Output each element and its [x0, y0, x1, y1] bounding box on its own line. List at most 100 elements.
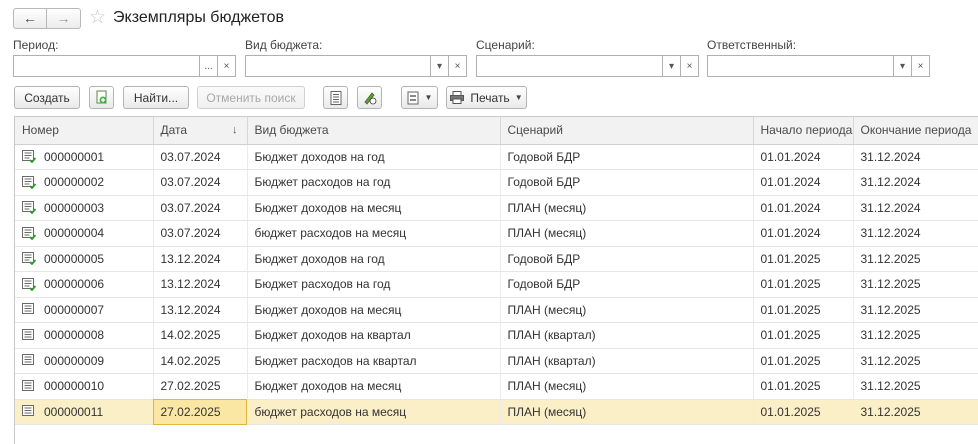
period-clear-button[interactable]: ×	[218, 55, 236, 77]
reports-dropdown-button[interactable]: ▼	[401, 86, 438, 109]
table-row[interactable]: 000000005 13.12.2024 Бюджет доходов на год…	[15, 246, 978, 272]
cell-budget-kind[interactable]: Бюджет доходов на месяц	[247, 297, 501, 323]
find-button[interactable]: Найти...	[123, 86, 189, 109]
column-header-scenario[interactable]: Сценарий	[500, 117, 754, 145]
list-settings-button[interactable]	[323, 86, 348, 109]
cell-period-start[interactable]: 01.01.2025	[753, 246, 854, 272]
cell-period-start[interactable]: 01.01.2024	[753, 144, 854, 170]
cell-period-end[interactable]: 31.12.2025	[853, 322, 978, 349]
scenario-input[interactable]	[476, 55, 663, 77]
cell-period-end[interactable]: 31.12.2025	[853, 246, 978, 272]
budget-kind-dropdown-button[interactable]: ▾	[431, 55, 449, 77]
table-row[interactable]: 000000007 13.12.2024 Бюджет доходов на мес…	[15, 297, 978, 323]
table-row[interactable]: 000000009 14.02.2025 Бюджет расходов на кв…	[15, 348, 978, 374]
cancel-search-button[interactable]: Отменить поиск	[197, 86, 305, 109]
cell-scenario[interactable]: ПЛАН (месяц)	[500, 195, 754, 221]
cell-scenario[interactable]: ПЛАН (месяц)	[500, 399, 754, 425]
favorite-star-icon[interactable]: ☆	[89, 8, 106, 28]
cell-period-end[interactable]: 31.12.2024	[853, 169, 978, 196]
column-header-period-end[interactable]: Окончание периода	[853, 117, 978, 145]
copy-button[interactable]	[89, 86, 114, 109]
cell-date[interactable]: 13.12.2024	[153, 297, 248, 323]
cell-date[interactable]: 13.12.2024	[153, 246, 248, 272]
column-header-number[interactable]: Номер	[15, 117, 154, 145]
cell-period-end[interactable]: 31.12.2025	[853, 399, 978, 425]
cell-number[interactable]: 000000009	[15, 348, 154, 374]
cell-period-start[interactable]: 01.01.2025	[753, 297, 854, 323]
cell-date[interactable]: 03.07.2024	[153, 195, 248, 221]
cell-scenario[interactable]: ПЛАН (месяц)	[500, 220, 754, 247]
cell-date[interactable]: 03.07.2024	[153, 169, 248, 196]
back-button[interactable]: ←	[13, 7, 47, 29]
print-dropdown-button[interactable]: Печать ▼	[446, 86, 527, 109]
cell-scenario[interactable]: ПЛАН (месяц)	[500, 297, 754, 323]
cell-number[interactable]: 000000010	[15, 373, 154, 400]
cell-budget-kind[interactable]: бюджет расходов на месяц	[247, 220, 501, 247]
cell-number[interactable]: 000000007	[15, 297, 154, 323]
cell-scenario[interactable]: Годовой БДР	[500, 246, 754, 272]
cell-period-start[interactable]: 01.01.2025	[753, 399, 854, 425]
cell-budget-kind[interactable]: Бюджет доходов на год	[247, 246, 501, 272]
cell-number[interactable]: 000000005	[15, 246, 154, 272]
cell-period-end[interactable]: 31.12.2025	[853, 348, 978, 374]
column-header-budget-kind[interactable]: Вид бюджета	[247, 117, 501, 145]
responsible-clear-button[interactable]: ×	[912, 55, 930, 77]
cell-period-start[interactable]: 01.01.2024	[753, 220, 854, 247]
cell-period-end[interactable]: 31.12.2025	[853, 297, 978, 323]
table-row[interactable]: 000000004 03.07.2024 бюджет расходов на ме…	[15, 220, 978, 247]
cell-number[interactable]: 000000011	[15, 399, 154, 425]
cell-budget-kind[interactable]: Бюджет расходов на квартал	[247, 348, 501, 374]
cell-date[interactable]: 14.02.2025	[153, 322, 248, 349]
cell-number[interactable]: 000000006	[15, 271, 154, 298]
cell-date[interactable]: 03.07.2024	[153, 220, 248, 247]
cell-period-start[interactable]: 01.01.2025	[753, 348, 854, 374]
cell-budget-kind[interactable]: бюджет расходов на месяц	[247, 399, 501, 425]
table-row[interactable]: 000000002 03.07.2024 Бюджет расходов на го…	[15, 169, 978, 196]
responsible-input[interactable]	[707, 55, 894, 77]
cell-date[interactable]: 14.02.2025	[153, 348, 248, 374]
cell-scenario[interactable]: Годовой БДР	[500, 271, 754, 298]
cell-period-start[interactable]: 01.01.2025	[753, 271, 854, 298]
cell-budget-kind[interactable]: Бюджет доходов на год	[247, 144, 501, 170]
cell-budget-kind[interactable]: Бюджет доходов на месяц	[247, 195, 501, 221]
cell-number[interactable]: 000000002	[15, 169, 154, 196]
cell-scenario[interactable]: ПЛАН (месяц)	[500, 373, 754, 400]
cell-budget-kind[interactable]: Бюджет расходов на год	[247, 169, 501, 196]
period-select-button[interactable]: ...	[200, 55, 218, 77]
table-row[interactable]: 000000010 27.02.2025 Бюджет доходов на мес…	[15, 373, 978, 400]
scenario-clear-button[interactable]: ×	[681, 55, 699, 77]
cell-date[interactable]: 03.07.2024	[153, 144, 248, 170]
table-row[interactable]: 000000001 03.07.2024 Бюджет доходов на год…	[15, 144, 978, 170]
cell-period-end[interactable]: 31.12.2024	[853, 195, 978, 221]
cell-budget-kind[interactable]: Бюджет доходов на месяц	[247, 373, 501, 400]
budget-kind-input[interactable]	[245, 55, 431, 77]
cell-period-start[interactable]: 01.01.2025	[753, 322, 854, 349]
cell-number[interactable]: 000000001	[15, 144, 154, 170]
cell-date[interactable]: 13.12.2024	[153, 271, 248, 298]
cell-date[interactable]: 27.02.2025	[153, 399, 248, 425]
column-header-period-start[interactable]: Начало периода	[753, 117, 854, 145]
cell-scenario[interactable]: ПЛАН (квартал)	[500, 348, 754, 374]
column-header-date[interactable]: Дата ↓	[153, 117, 248, 145]
cell-period-start[interactable]: 01.01.2024	[753, 195, 854, 221]
cell-period-end[interactable]: 31.12.2025	[853, 271, 978, 298]
cell-scenario[interactable]: Годовой БДР	[500, 144, 754, 170]
period-input[interactable]	[13, 55, 200, 77]
budget-kind-clear-button[interactable]: ×	[449, 55, 467, 77]
cell-period-end[interactable]: 31.12.2024	[853, 144, 978, 170]
cell-budget-kind[interactable]: Бюджет доходов на квартал	[247, 322, 501, 349]
table-row[interactable]: 000000006 13.12.2024 Бюджет расходов на го…	[15, 271, 978, 298]
cell-period-end[interactable]: 31.12.2024	[853, 220, 978, 247]
cell-number[interactable]: 000000003	[15, 195, 154, 221]
forward-button[interactable]: →	[47, 7, 81, 29]
table-row[interactable]: 000000011 27.02.2025 бюджет расходов на ме…	[15, 399, 978, 425]
table-row[interactable]: 000000003 03.07.2024 Бюджет доходов на мес…	[15, 195, 978, 221]
cell-number[interactable]: 000000008	[15, 322, 154, 349]
table-row[interactable]: 000000008 14.02.2025 Бюджет доходов на ква…	[15, 322, 978, 349]
cell-date[interactable]: 27.02.2025	[153, 373, 248, 400]
cell-scenario[interactable]: ПЛАН (квартал)	[500, 322, 754, 349]
responsible-dropdown-button[interactable]: ▾	[894, 55, 912, 77]
cell-scenario[interactable]: Годовой БДР	[500, 169, 754, 196]
cell-period-end[interactable]: 31.12.2025	[853, 373, 978, 400]
edit-button[interactable]	[357, 86, 382, 109]
